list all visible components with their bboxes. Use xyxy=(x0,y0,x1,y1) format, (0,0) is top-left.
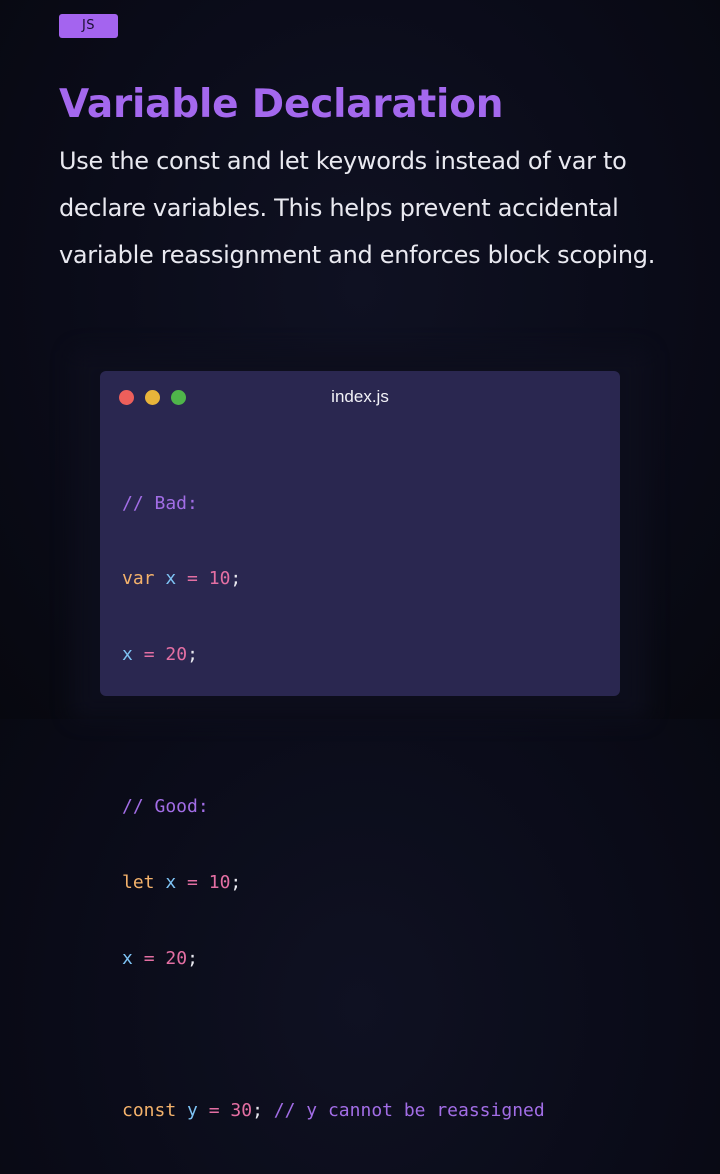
code-identifier: x xyxy=(122,947,133,969)
code-line: x = 20; xyxy=(122,642,545,667)
code-punctuation: ; xyxy=(187,644,198,666)
code-number: 20 xyxy=(165,947,188,969)
code-keyword: let xyxy=(122,872,155,894)
code-operator: = xyxy=(143,947,155,969)
code-line: var x = 10; xyxy=(122,566,545,591)
code-punctuation: ; xyxy=(252,1099,263,1121)
code-comment: // Bad: xyxy=(122,492,198,514)
code-number: 10 xyxy=(208,568,231,590)
code-number: 20 xyxy=(165,644,188,666)
code-punctuation: ; xyxy=(230,568,242,590)
code-keyword: const xyxy=(122,1099,177,1121)
code-filename: index.js xyxy=(331,387,389,406)
code-window: index.js // Bad: var x = 10; x = 20; // … xyxy=(100,371,620,1121)
code-number: 30 xyxy=(230,1099,253,1121)
code-operator: = xyxy=(187,568,198,590)
page-title: Variable Declaration xyxy=(59,82,504,127)
description-text: Use the const and let keywords instead o… xyxy=(59,147,656,269)
code-punctuation: ; xyxy=(187,947,198,969)
language-badge: JS xyxy=(59,14,118,38)
code-identifier: x xyxy=(122,644,133,666)
code-identifier: x xyxy=(165,568,177,590)
code-operator: = xyxy=(143,644,155,666)
code-block: // Bad: var x = 10; x = 20; // Good: let… xyxy=(122,440,545,1174)
code-keyword: var xyxy=(122,568,155,590)
code-number: 10 xyxy=(208,872,231,894)
code-line: const y = 30; // y cannot be reassigned xyxy=(122,1098,545,1123)
code-identifier: y xyxy=(187,1099,198,1121)
code-punctuation: ; xyxy=(230,872,242,894)
code-line: // Bad: xyxy=(122,491,545,516)
code-operator: = xyxy=(208,1099,220,1121)
code-comment: // Good: xyxy=(122,796,209,818)
code-operator: = xyxy=(187,872,198,894)
code-line: let x = 10; xyxy=(122,870,545,895)
code-line: // Good: xyxy=(122,794,545,819)
code-identifier: x xyxy=(165,872,177,894)
code-comment: // y cannot be reassigned xyxy=(273,1099,545,1121)
code-line: x = 20; xyxy=(122,946,545,971)
